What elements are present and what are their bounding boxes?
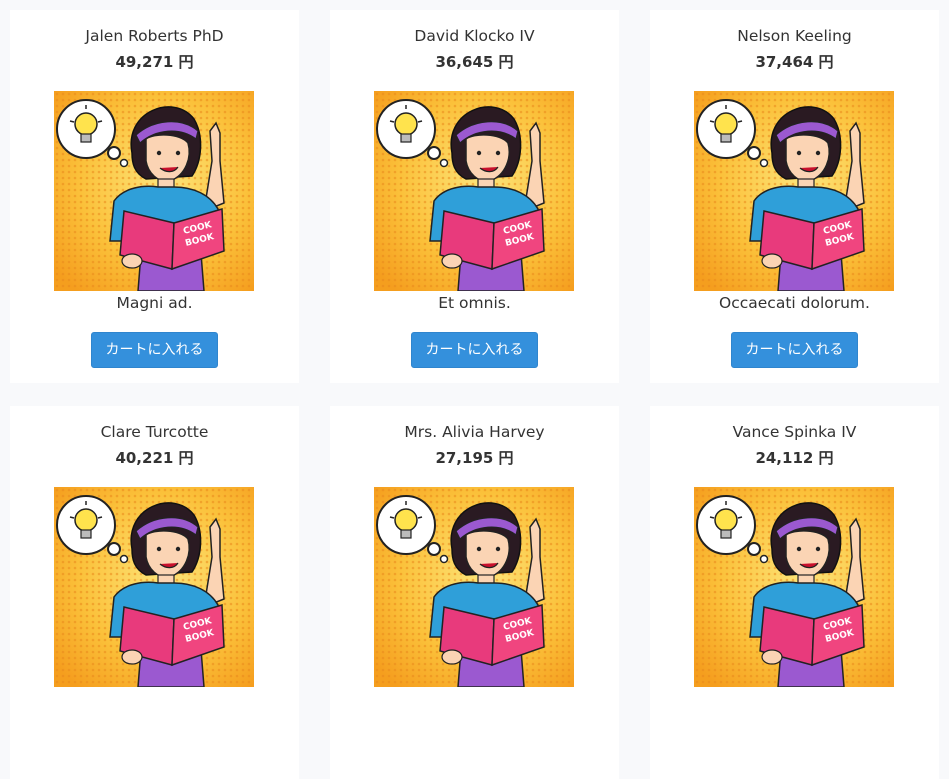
product-card: David Klocko IV 36,645 円 Et omnis. カートに入… (330, 10, 619, 383)
product-price: 49,271 円 (115, 53, 194, 71)
add-to-cart-button[interactable]: カートに入れる (731, 332, 858, 368)
product-card: Clare Turcotte 40,221 円 (10, 406, 299, 779)
product-description: Magni ad. (116, 294, 193, 312)
product-price: 27,195 円 (435, 449, 514, 467)
product-price: 24,112 円 (755, 449, 834, 467)
product-image (374, 91, 574, 291)
product-card: Nelson Keeling 37,464 円 Occaecati doloru… (650, 10, 939, 383)
product-name: Jalen Roberts PhD (85, 27, 224, 45)
product-card: Jalen Roberts PhD 49,271 円 Magni ad. カート… (10, 10, 299, 383)
product-price: 37,464 円 (755, 53, 834, 71)
product-image (694, 91, 894, 291)
add-to-cart-button[interactable]: カートに入れる (91, 332, 218, 368)
product-card: Vance Spinka IV 24,112 円 (650, 406, 939, 779)
add-to-cart-button[interactable]: カートに入れる (411, 332, 538, 368)
product-image (374, 487, 574, 687)
product-price: 40,221 円 (115, 449, 194, 467)
product-image (694, 487, 894, 687)
product-name: Vance Spinka IV (732, 423, 857, 441)
product-card: Mrs. Alivia Harvey 27,195 円 (330, 406, 619, 779)
product-image (54, 91, 254, 291)
product-name: Clare Turcotte (100, 423, 209, 441)
product-description: Et omnis. (438, 294, 511, 312)
product-name: Nelson Keeling (737, 27, 852, 45)
product-price: 36,645 円 (435, 53, 514, 71)
product-image (54, 487, 254, 687)
product-description: Occaecati dolorum. (719, 294, 870, 312)
product-name: Mrs. Alivia Harvey (404, 423, 545, 441)
product-name: David Klocko IV (414, 27, 535, 45)
